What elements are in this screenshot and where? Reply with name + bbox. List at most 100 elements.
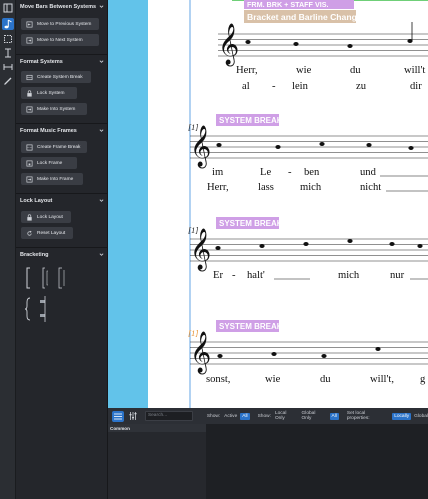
staff-spacing-icon[interactable] bbox=[2, 47, 14, 59]
app-window: Move Bars Between Systems Move to Previo… bbox=[0, 0, 428, 499]
note-spacing-icon[interactable] bbox=[2, 61, 14, 73]
section-header[interactable]: Format Systems bbox=[16, 55, 108, 68]
section-header[interactable]: Lock Layout bbox=[16, 194, 108, 207]
section-bracketing: Bracketing bbox=[16, 247, 108, 261]
button-label: Move to Next System bbox=[37, 37, 83, 43]
barline-join-icon[interactable] bbox=[40, 296, 46, 322]
lock-system-button[interactable]: Lock System bbox=[21, 87, 77, 99]
lyric[interactable]: halt' bbox=[247, 270, 265, 281]
notes-icon[interactable] bbox=[2, 18, 14, 30]
reset-layout-button[interactable]: Reset Layout bbox=[21, 227, 73, 239]
make-into-system-button[interactable]: Make Into System bbox=[21, 103, 87, 115]
format-panel: Move Bars Between Systems Move to Previo… bbox=[16, 0, 108, 499]
lyric[interactable]: - bbox=[272, 81, 276, 92]
collapse-icon[interactable] bbox=[2, 2, 14, 14]
lyric[interactable]: wie bbox=[265, 374, 281, 385]
properties-panel: Common bbox=[108, 424, 428, 499]
create-frame-break-button[interactable]: Create Frame Break bbox=[21, 141, 87, 153]
local-only-filter[interactable]: Local Only bbox=[275, 411, 298, 421]
make-into-frame-button[interactable]: Make Into Frame bbox=[21, 173, 83, 185]
active-filter[interactable]: Active bbox=[224, 414, 237, 419]
lyric[interactable]: Herr, bbox=[236, 65, 258, 76]
staff-system-1[interactable]: 𝄞 bbox=[218, 22, 428, 66]
system-select-icon[interactable] bbox=[2, 33, 14, 45]
frame-break-icon bbox=[25, 143, 33, 151]
lyric[interactable]: lein bbox=[292, 81, 309, 92]
staff-system-4[interactable]: 𝄞 bbox=[190, 331, 428, 374]
button-label: Lock System bbox=[37, 90, 65, 96]
bracketing-tools bbox=[24, 267, 65, 322]
lyric[interactable]: - bbox=[288, 167, 292, 178]
move-to-previous-system-button[interactable]: Move to Previous System bbox=[21, 18, 99, 30]
move-next-icon bbox=[25, 36, 33, 44]
lyric[interactable]: - bbox=[232, 270, 236, 281]
all-filter-toggle[interactable]: All bbox=[240, 412, 250, 420]
move-to-next-system-button[interactable]: Move to Next System bbox=[21, 34, 99, 46]
lyric[interactable]: lass bbox=[258, 182, 274, 193]
lyric[interactable]: und bbox=[360, 167, 377, 178]
section-header[interactable]: Format Music Frames bbox=[16, 124, 108, 137]
lyric[interactable]: will't bbox=[404, 65, 425, 76]
lyric[interactable]: al bbox=[242, 81, 250, 92]
chevron-down-icon bbox=[98, 252, 104, 258]
common-heading[interactable]: Common bbox=[108, 424, 206, 432]
lyric[interactable]: mich bbox=[338, 270, 360, 281]
lyric[interactable]: zu bbox=[356, 81, 367, 92]
lyrics-system-1: Herr, wie du will't al - lein zu dir bbox=[236, 65, 425, 92]
nested-bracket-icon[interactable] bbox=[58, 267, 65, 289]
sliders-icon[interactable] bbox=[127, 411, 139, 422]
score-page[interactable]: FRM. BRK + STAFF VIS. Bracket and Barlin… bbox=[148, 0, 428, 408]
staff-system-3[interactable]: 𝄞 bbox=[190, 228, 428, 271]
sub-bracket-icon[interactable] bbox=[42, 267, 48, 289]
button-label: Create System Break bbox=[37, 74, 83, 80]
lyric[interactable]: Le bbox=[260, 167, 271, 178]
section-move-bars: Move Bars Between Systems bbox=[16, 0, 108, 13]
lyrics-system-2: im Le - ben und Herr, lass mich nicht bbox=[207, 167, 428, 193]
bracket-icon[interactable] bbox=[26, 267, 30, 289]
treble-clef-icon: 𝄞 bbox=[190, 331, 211, 374]
section-header[interactable]: Move Bars Between Systems bbox=[16, 0, 108, 13]
globally-toggle[interactable]: Global bbox=[414, 414, 428, 419]
lyric[interactable]: nur bbox=[390, 270, 405, 281]
section-title: Format Music Frames bbox=[20, 127, 77, 134]
set-local-label: Set local properties: bbox=[346, 411, 370, 421]
show-label: Show: bbox=[206, 413, 221, 419]
lyric[interactable]: Herr, bbox=[207, 182, 229, 193]
lyric[interactable]: g bbox=[420, 374, 426, 385]
locally-toggle[interactable]: Locally bbox=[392, 412, 412, 420]
make-into-frame-icon bbox=[25, 175, 33, 183]
button-label: Make Into System bbox=[37, 106, 76, 112]
lock-icon bbox=[25, 213, 33, 221]
frame-banner[interactable]: FRM. BRK + STAFF VIS. bbox=[247, 0, 329, 9]
lock-frame-button[interactable]: Lock Frame bbox=[21, 157, 77, 169]
create-system-break-button[interactable]: Create System Break bbox=[21, 71, 91, 83]
treble-clef-icon: 𝄞 bbox=[190, 228, 211, 271]
lyric[interactable]: sonst, bbox=[206, 374, 230, 385]
pencil-icon[interactable] bbox=[2, 75, 14, 87]
section-header[interactable]: Bracketing bbox=[16, 248, 108, 261]
list-view-icon[interactable] bbox=[112, 410, 124, 422]
reset-icon bbox=[25, 229, 33, 237]
lyric[interactable]: will't, bbox=[370, 374, 394, 385]
lyric[interactable]: Er bbox=[213, 270, 223, 281]
lyric[interactable]: wie bbox=[296, 65, 312, 76]
lyric[interactable]: im bbox=[212, 167, 224, 178]
global-only-filter[interactable]: Global Only bbox=[302, 411, 327, 421]
section-lock-layout: Lock Layout bbox=[16, 193, 108, 207]
button-label: Lock Frame bbox=[37, 160, 63, 166]
lyric[interactable]: du bbox=[320, 374, 331, 385]
staff-system-2[interactable]: 𝄞 bbox=[190, 125, 428, 168]
search-input[interactable]: Search... bbox=[144, 411, 193, 421]
lock-layout-button[interactable]: Lock Layout bbox=[21, 211, 71, 223]
all-scope-toggle[interactable]: All bbox=[329, 412, 339, 420]
button-label: Reset Layout bbox=[37, 230, 66, 236]
lyric[interactable]: ben bbox=[304, 167, 320, 178]
lyric[interactable]: mich bbox=[300, 182, 322, 193]
system-break-icon bbox=[25, 73, 33, 81]
brace-icon[interactable] bbox=[24, 297, 31, 321]
lyric[interactable]: nicht bbox=[360, 182, 381, 193]
lyric[interactable]: dir bbox=[410, 81, 422, 92]
lyric[interactable]: du bbox=[350, 65, 361, 76]
tool-strip bbox=[0, 0, 16, 499]
bracket-label[interactable]: Bracket and Barline Change bbox=[247, 12, 362, 22]
